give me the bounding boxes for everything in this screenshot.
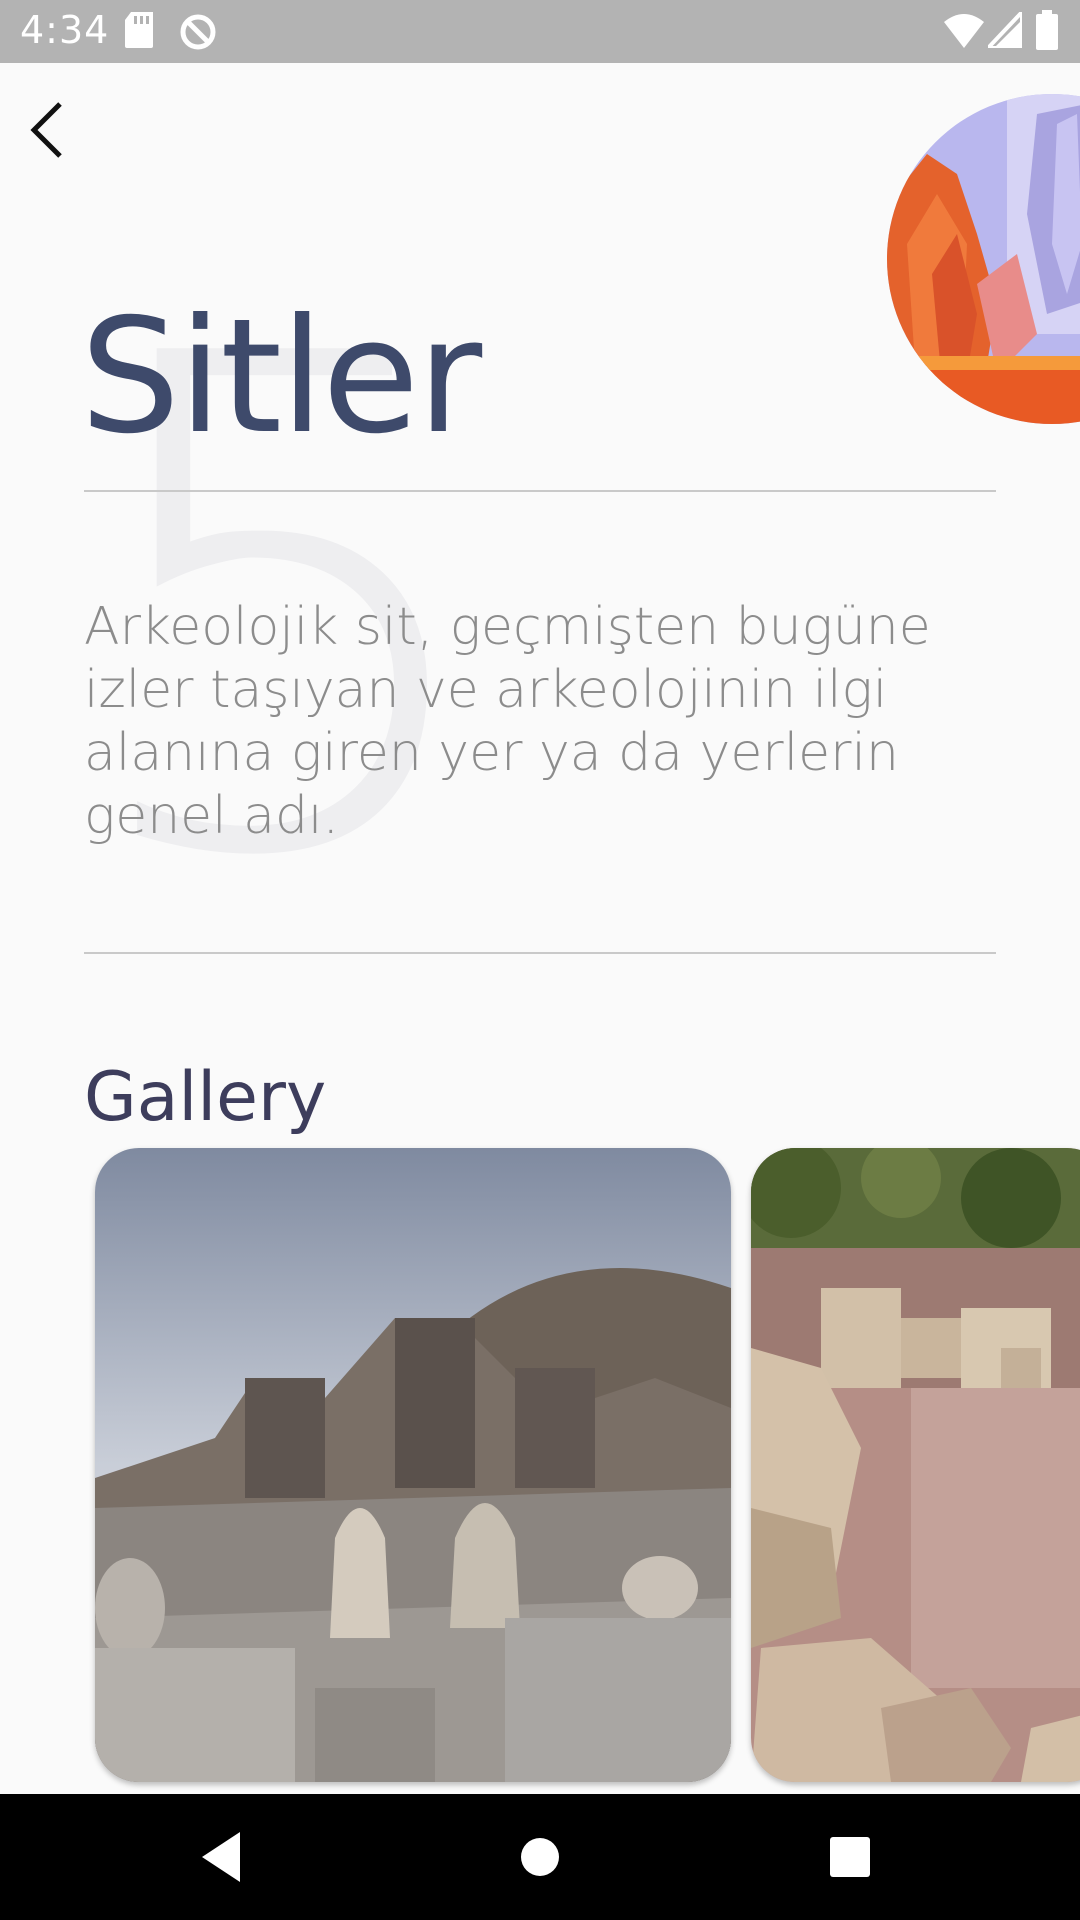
back-triangle-icon [202, 1832, 240, 1882]
navigation-bar [0, 1794, 1080, 1920]
nav-back-button[interactable] [190, 1822, 260, 1892]
gallery-title: Gallery [84, 1058, 327, 1137]
divider-top [84, 490, 996, 492]
gallery-image-1[interactable] [95, 1148, 731, 1782]
home-circle-icon [521, 1838, 559, 1876]
screen: 4:34 5 Sitler Arkeolojik sit, geçmişten … [0, 0, 1080, 1920]
description-text: Arkeolojik sit, geçmişten bugüne izler t… [84, 597, 931, 846]
signal-icon [988, 12, 1022, 48]
chevron-left-icon [30, 102, 62, 158]
nav-home-button[interactable] [505, 1822, 575, 1892]
sd-card-icon [125, 12, 153, 48]
nav-recents-button[interactable] [815, 1822, 885, 1892]
recents-square-icon [830, 1837, 870, 1877]
wifi-icon [944, 14, 984, 48]
hero-image [887, 94, 1080, 424]
gallery-image-2[interactable] [751, 1148, 1080, 1782]
divider-bottom [84, 952, 996, 954]
status-time: 4:34 [20, 8, 110, 52]
battery-icon [1036, 10, 1058, 50]
data-saver-icon [180, 14, 216, 50]
back-button[interactable] [20, 92, 96, 168]
status-bar: 4:34 [0, 0, 1080, 63]
page-title: Sitler [80, 285, 482, 469]
